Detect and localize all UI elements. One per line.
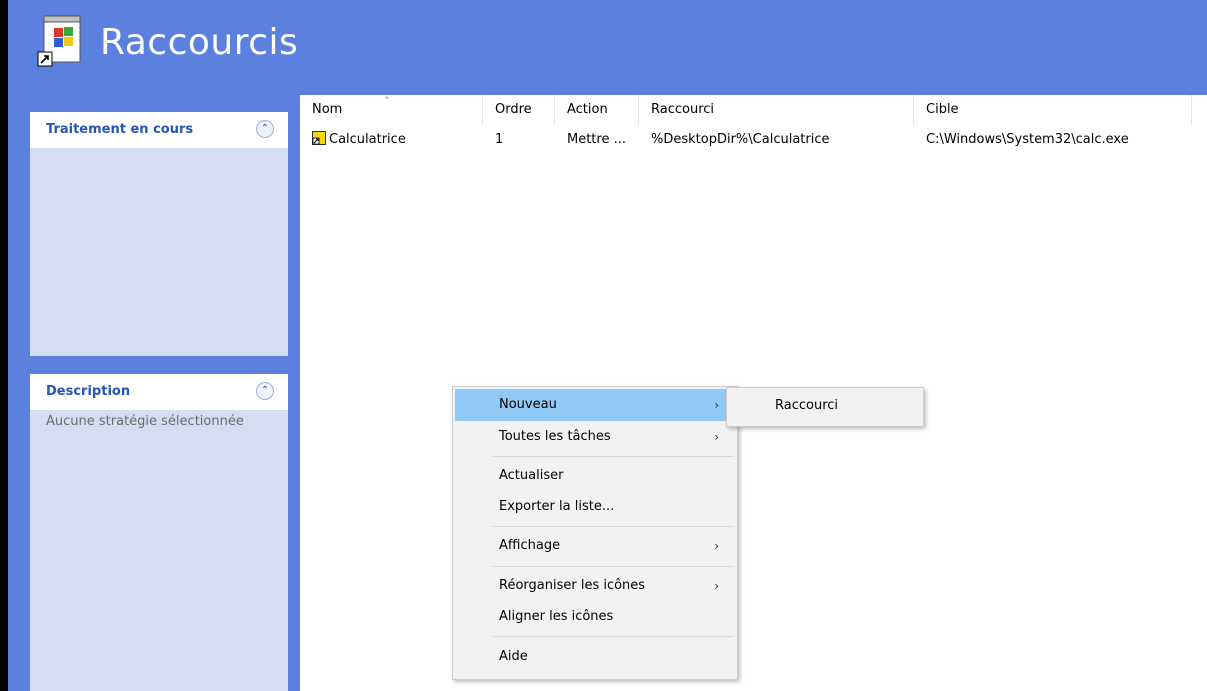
column-label: Ordre bbox=[495, 102, 532, 117]
menu-item-label: Aligner les icônes bbox=[499, 609, 614, 624]
context-menu: Nouveau › Toutes les tâches › Actualiser… bbox=[452, 386, 738, 680]
processing-panel-header[interactable]: Traitement en cours ⌃ bbox=[30, 112, 288, 148]
cell-ordre: 1 bbox=[495, 132, 504, 147]
menu-separator bbox=[493, 566, 733, 567]
menu-separator bbox=[493, 636, 733, 637]
column-label: Cible bbox=[926, 102, 959, 117]
menu-item-label: Aide bbox=[499, 649, 528, 664]
page-title: Raccourcis bbox=[100, 22, 299, 63]
column-label: Raccourci bbox=[651, 102, 715, 117]
description-panel-header[interactable]: Description ⌃ bbox=[30, 374, 288, 410]
menu-item-aligner-les-icones[interactable]: Aligner les icônes bbox=[455, 601, 733, 633]
menu-item-actualiser[interactable]: Actualiser bbox=[455, 460, 733, 492]
menu-item-label: Nouveau bbox=[499, 397, 557, 412]
processing-panel-body bbox=[30, 148, 288, 156]
window-left-border bbox=[0, 0, 8, 691]
cell-cible: C:\Windows\System32\calc.exe bbox=[926, 132, 1129, 147]
cell-nom-text: Calculatrice bbox=[329, 132, 406, 147]
shortcut-window-icon bbox=[37, 15, 81, 67]
column-header-nom[interactable]: Nom ˄ bbox=[300, 95, 483, 125]
menu-item-label: Toutes les tâches bbox=[499, 429, 611, 444]
menu-item-aide[interactable]: Aide bbox=[455, 641, 733, 673]
processing-panel-title: Traitement en cours bbox=[46, 122, 194, 137]
column-header-action[interactable]: Action bbox=[555, 95, 639, 125]
menu-item-label: Exporter la liste... bbox=[499, 499, 615, 514]
double-chevron-up-icon[interactable]: ⌃ bbox=[256, 382, 274, 400]
list-header: Nom ˄ Ordre Action Raccourci Cible bbox=[300, 95, 1207, 125]
menu-item-label: Affichage bbox=[499, 538, 561, 553]
menu-item-toutes-les-taches[interactable]: Toutes les tâches › bbox=[455, 421, 733, 453]
processing-panel: Traitement en cours ⌃ bbox=[30, 112, 288, 356]
menu-item-reorganiser-les-icones[interactable]: Réorganiser les icônes › bbox=[455, 570, 733, 602]
shortcut-icon bbox=[312, 131, 326, 145]
menu-item-label: Actualiser bbox=[499, 468, 564, 483]
menu-item-label: Réorganiser les icônes bbox=[499, 578, 646, 593]
menu-item-nouveau[interactable]: Nouveau › bbox=[455, 389, 733, 421]
chevron-right-icon: › bbox=[714, 398, 719, 412]
column-header-raccourci[interactable]: Raccourci bbox=[639, 95, 914, 125]
column-header-ordre[interactable]: Ordre bbox=[483, 95, 555, 125]
description-panel-body: Aucune stratégie sélectionnée bbox=[46, 414, 244, 429]
table-row[interactable]: Calculatrice 1 Mettre ... %DesktopDir%\C… bbox=[300, 127, 1207, 153]
double-chevron-up-icon[interactable]: ⌃ bbox=[256, 120, 274, 138]
menu-separator bbox=[493, 456, 733, 457]
menu-separator bbox=[493, 526, 733, 527]
cell-nom: Calculatrice bbox=[300, 127, 483, 153]
chevron-right-icon: › bbox=[714, 539, 719, 553]
sort-ascending-icon: ˄ bbox=[384, 95, 390, 108]
column-header-cible[interactable]: Cible bbox=[914, 95, 1192, 125]
menu-item-affichage[interactable]: Affichage › bbox=[455, 530, 733, 562]
column-label: Nom bbox=[312, 102, 343, 117]
description-panel-title: Description bbox=[46, 384, 131, 399]
task-pane: Traitement en cours ⌃ Description ⌃ Aucu… bbox=[8, 95, 300, 691]
chevron-right-icon: › bbox=[714, 579, 719, 593]
cell-raccourci: %DesktopDir%\Calculatrice bbox=[651, 132, 830, 147]
description-panel: Description ⌃ Aucune stratégie sélection… bbox=[30, 374, 288, 691]
submenu-item-raccourci[interactable]: Raccourci bbox=[729, 390, 919, 422]
header-bar: Raccourcis bbox=[8, 0, 1207, 95]
submenu-nouveau: Raccourci bbox=[726, 387, 924, 427]
column-label: Action bbox=[567, 102, 608, 117]
menu-item-exporter-la-liste[interactable]: Exporter la liste... bbox=[455, 491, 733, 523]
cell-action: Mettre ... bbox=[567, 132, 626, 147]
chevron-right-icon: › bbox=[714, 430, 719, 444]
